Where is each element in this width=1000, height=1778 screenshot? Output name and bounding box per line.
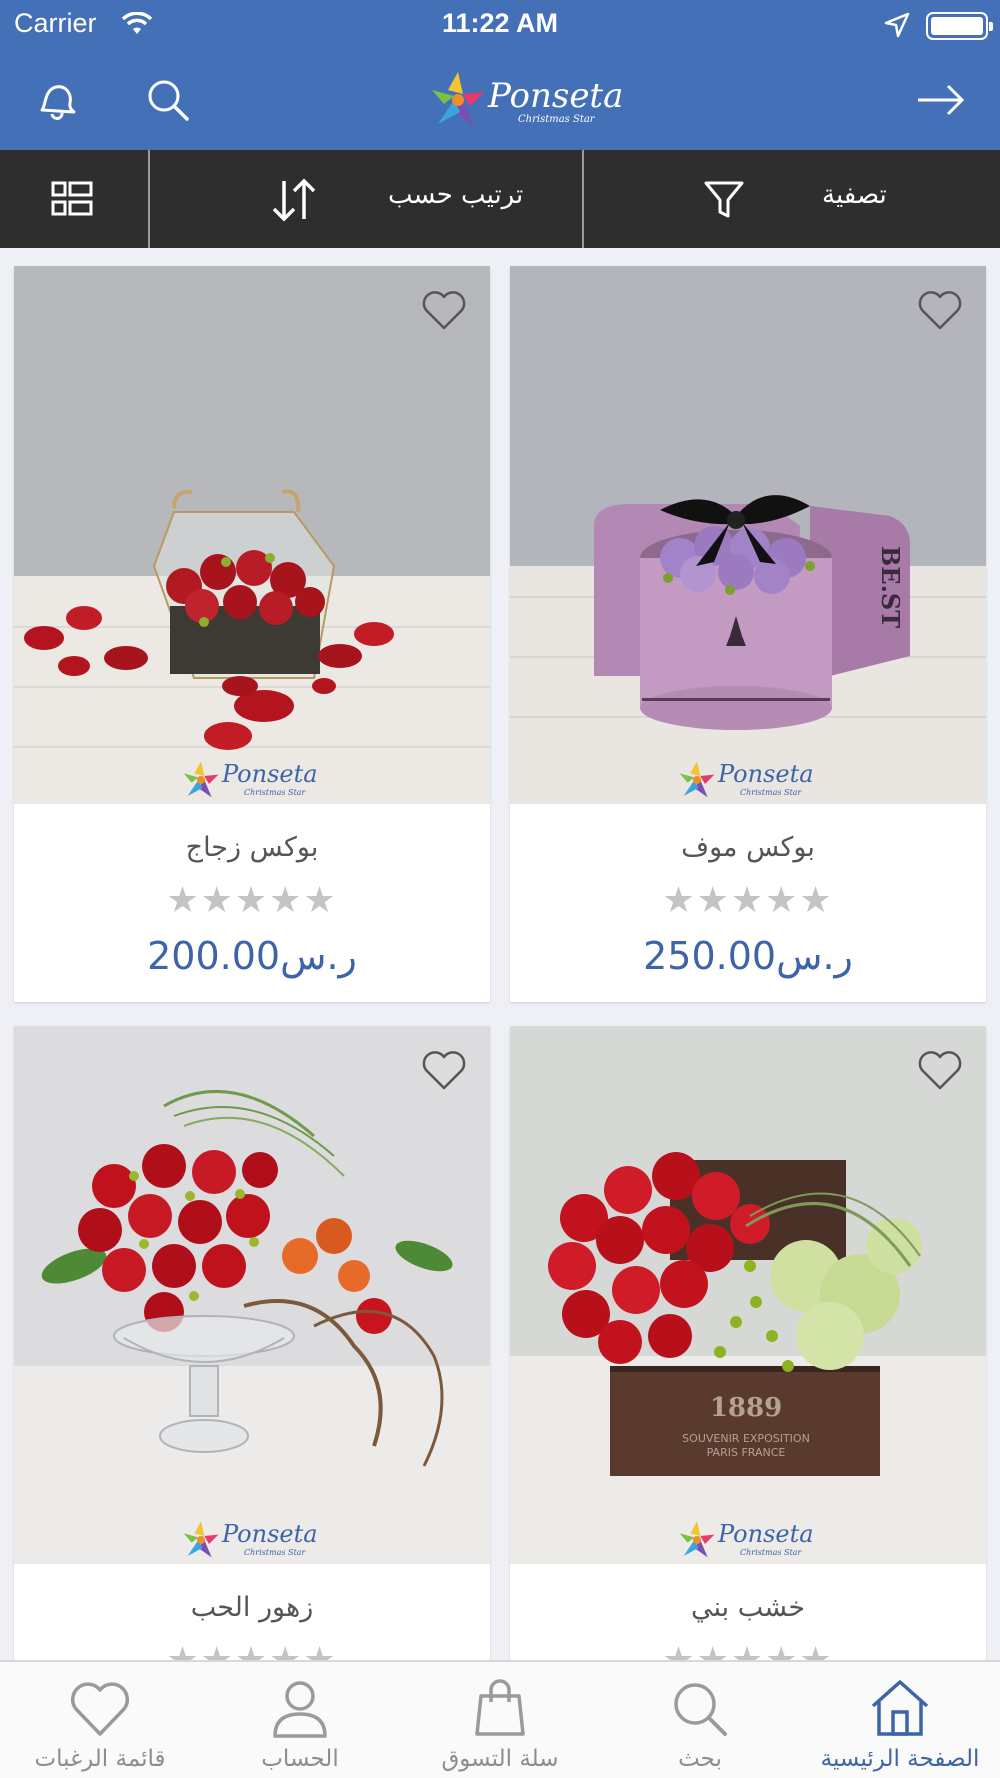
battery-icon xyxy=(926,12,993,40)
status-time: 11:22 AM xyxy=(441,8,559,38)
rating-stars: ★★★★★ xyxy=(662,880,834,921)
product-name: زهور الحب xyxy=(190,1592,314,1623)
svg-text:PARIS FRANCE: PARIS FRANCE xyxy=(707,1446,786,1459)
tab-label: سلة التسوق xyxy=(441,1746,559,1772)
ponseta-logo: Ponseta Christmas Star xyxy=(430,70,623,134)
watermark-tagline: Christmas Star xyxy=(740,1548,802,1557)
tab-home[interactable]: الصفحة الرئيسية xyxy=(800,1662,1000,1778)
sort-by-button[interactable]: ترتيب حسب xyxy=(388,180,523,210)
watermark-text: Ponseta xyxy=(222,760,318,788)
tab-label: الصفحة الرئيسية xyxy=(820,1746,980,1772)
filter-sort-toolbar: ترتيب حسب تصفية xyxy=(0,150,1000,248)
product-name: بوكس موف xyxy=(681,832,815,863)
product-photo: BE.ST Ponseta Christmas Star xyxy=(510,266,986,804)
tab-label: الحساب xyxy=(261,1746,339,1772)
shopping-bag-icon xyxy=(466,1676,534,1740)
logo-text: Ponseta xyxy=(488,76,624,116)
heart-icon[interactable] xyxy=(420,288,468,332)
rating-stars: ★★★★★ xyxy=(510,1640,986,1660)
tab-label: قائمة الرغبات xyxy=(34,1746,166,1772)
rating-stars: ★★★★★ xyxy=(166,880,338,921)
product-name: بوكس زجاج xyxy=(185,832,319,863)
rating-stars: ★★★★★ xyxy=(14,1640,490,1660)
heart-icon[interactable] xyxy=(420,1048,468,1092)
filter-button[interactable]: تصفية xyxy=(822,180,887,210)
watermark-text: Ponseta xyxy=(718,760,814,788)
tab-wishlist[interactable]: قائمة الرغبات xyxy=(0,1662,200,1778)
sort-icon[interactable] xyxy=(268,174,320,226)
product-photo: 1889 SOUVENIR EXPOSITION PARIS FRANCE Po… xyxy=(510,1026,986,1564)
user-icon xyxy=(266,1676,334,1740)
search-icon xyxy=(666,1676,734,1740)
heart-icon[interactable] xyxy=(916,1048,964,1092)
product-price: ر.س200.00 xyxy=(147,934,357,978)
search-icon[interactable] xyxy=(136,68,200,132)
tab-label: بحث xyxy=(678,1746,722,1772)
toolbar-divider xyxy=(148,150,150,248)
app-header: Ponseta Christmas Star xyxy=(0,50,1000,150)
toolbar-divider xyxy=(582,150,584,248)
product-card[interactable]: BE.ST Ponseta Christmas Star بوكس موف ★★… xyxy=(510,266,986,1002)
status-bar: Carrier 11:22 AM xyxy=(0,0,1000,50)
location-arrow-icon xyxy=(884,12,910,42)
watermark-logo: Ponseta Christmas Star xyxy=(678,760,818,800)
logo-tagline: Christmas Star xyxy=(518,114,595,125)
watermark-logo: Ponseta Christmas Star xyxy=(182,1520,322,1560)
product-price: ر.س250.00 xyxy=(643,934,853,978)
product-card[interactable]: Ponseta Christmas Star زهور الحب ★★★★★ xyxy=(14,1026,490,1660)
product-photo: Ponseta Christmas Star xyxy=(14,1026,490,1564)
svg-text:1889: 1889 xyxy=(710,1393,782,1423)
watermark-text: Ponseta xyxy=(718,1520,814,1548)
watermark-text: Ponseta xyxy=(222,1520,318,1548)
tab-search[interactable]: بحث xyxy=(600,1662,800,1778)
svg-text:SOUVENIR EXPOSITION: SOUVENIR EXPOSITION xyxy=(682,1432,810,1445)
heart-icon xyxy=(66,1676,134,1740)
watermark-tagline: Christmas Star xyxy=(244,788,306,797)
watermark-tagline: Christmas Star xyxy=(244,1548,306,1557)
heart-icon[interactable] xyxy=(916,288,964,332)
tab-account[interactable]: الحساب xyxy=(200,1662,400,1778)
home-icon xyxy=(866,1676,934,1740)
product-name: خشب بني xyxy=(690,1592,806,1623)
arrow-right-icon[interactable] xyxy=(908,68,972,132)
watermark-tagline: Christmas Star xyxy=(740,788,802,797)
product-photo: Ponseta Christmas Star xyxy=(14,266,490,804)
watermark-logo: Ponseta Christmas Star xyxy=(678,1520,818,1560)
watermark-logo: Ponseta Christmas Star xyxy=(182,760,322,800)
tab-shopping-cart[interactable]: سلة التسوق xyxy=(400,1662,600,1778)
filter-icon[interactable] xyxy=(698,174,750,226)
bottom-tab-bar: الصفحة الرئيسية بحث سلة التسوق الحساب قا… xyxy=(0,1660,1000,1778)
product-grid: BE.ST Ponseta Christmas Star بوكس موف ★★… xyxy=(0,248,1000,1660)
product-card[interactable]: 1889 SOUVENIR EXPOSITION PARIS FRANCE Po… xyxy=(510,1026,986,1660)
product-card[interactable]: Ponseta Christmas Star بوكس زجاج ★★★★★ ر… xyxy=(14,266,490,1002)
grid-view-icon[interactable] xyxy=(46,174,98,226)
svg-text:BE.ST: BE.ST xyxy=(876,546,905,628)
bell-icon[interactable] xyxy=(24,68,88,132)
